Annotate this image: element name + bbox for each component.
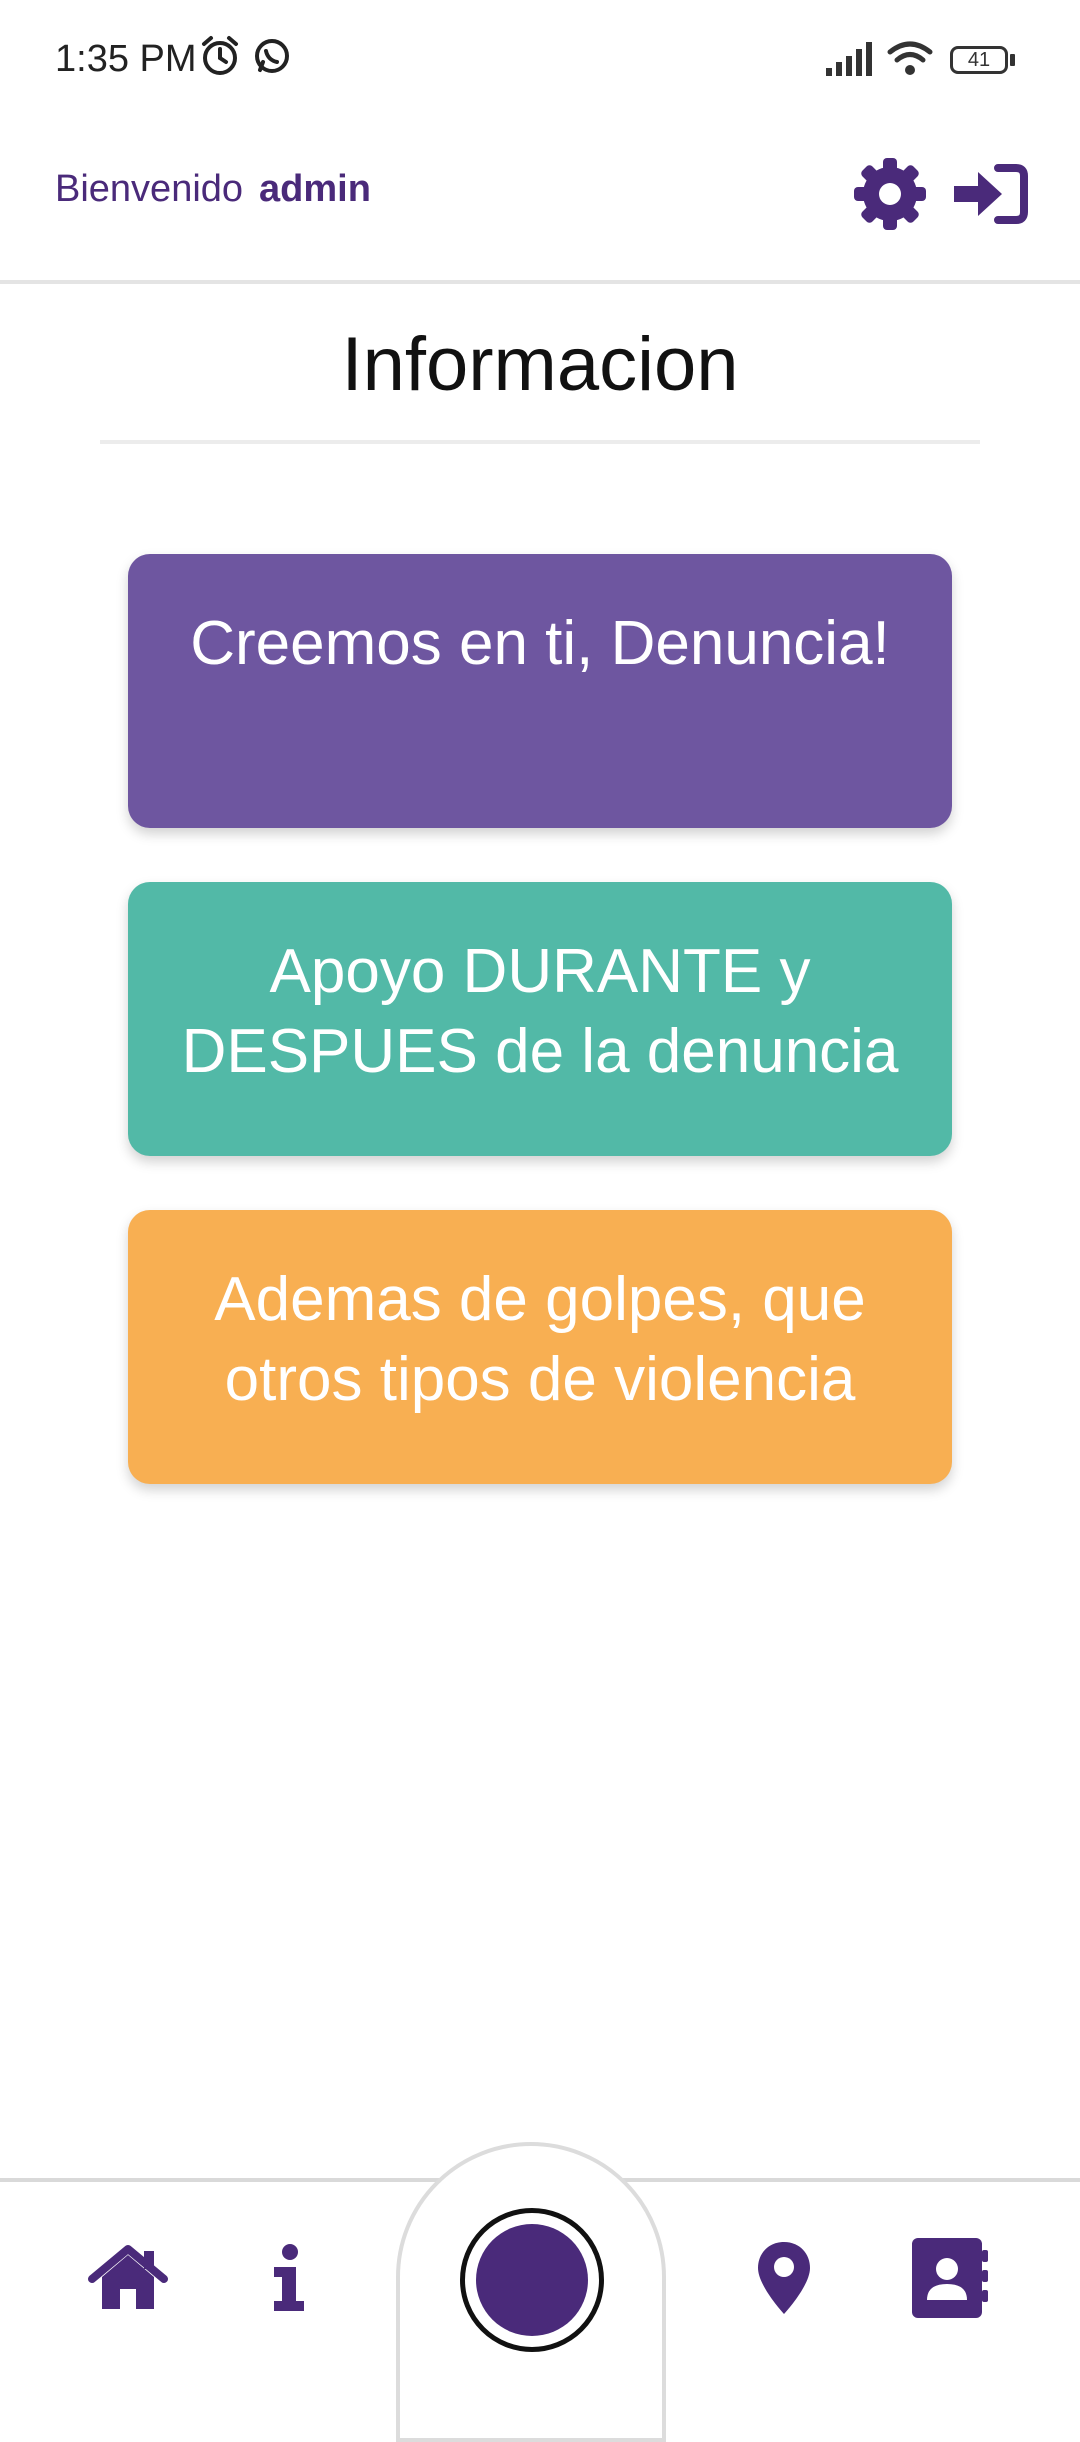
wifi-icon (886, 38, 934, 83)
sign-in-icon (952, 162, 1028, 231)
center-record-button[interactable] (460, 2208, 604, 2352)
settings-button[interactable] (850, 156, 930, 236)
home-icon (88, 2243, 168, 2318)
card-tipos-de-violencia[interactable]: Ademas de golpes, que otros tipos de vio… (128, 1210, 952, 1484)
battery-tip (1010, 54, 1015, 66)
gear-icon (852, 156, 928, 237)
record-icon (476, 2224, 588, 2336)
card-text: Ademas de golpes, que otros tipos de vio… (214, 1265, 866, 1435)
app-header: Bienvenido admin (0, 120, 1080, 280)
nav-contacts[interactable] (900, 2230, 1000, 2330)
info-icon (268, 2243, 308, 2318)
card-apoyo-durante-despues[interactable]: Apoyo DURANTE y DESPUES de la denuncia (128, 882, 952, 1156)
card-text: Apoyo DURANTE y DESPUES de la denuncia (181, 937, 899, 1086)
nav-home[interactable] (78, 2230, 178, 2330)
welcome-label: Bienvenido (55, 168, 244, 210)
username-label: admin (259, 168, 371, 210)
card-creemos-en-ti[interactable]: Creemos en ti, Denuncia! (128, 554, 952, 828)
battery-indicator: 41 (950, 46, 1008, 74)
card-text: Creemos en ti, Denuncia! (190, 609, 890, 678)
signal-icon (826, 40, 878, 81)
welcome-text: Bienvenido admin (55, 168, 371, 211)
alarm-icon (198, 34, 242, 83)
title-divider (100, 440, 980, 444)
logout-button[interactable] (950, 156, 1030, 236)
whatsapp-icon (250, 34, 294, 83)
nav-location[interactable] (734, 2230, 834, 2330)
nav-info[interactable] (238, 2230, 338, 2330)
status-time: 1:35 PM (55, 38, 197, 80)
header-divider (0, 280, 1080, 284)
contacts-icon (910, 2236, 990, 2325)
location-pin-icon (756, 2240, 812, 2321)
page-title: Informacion (341, 322, 739, 407)
status-bar: 1:35 PM 41 (0, 0, 1080, 120)
